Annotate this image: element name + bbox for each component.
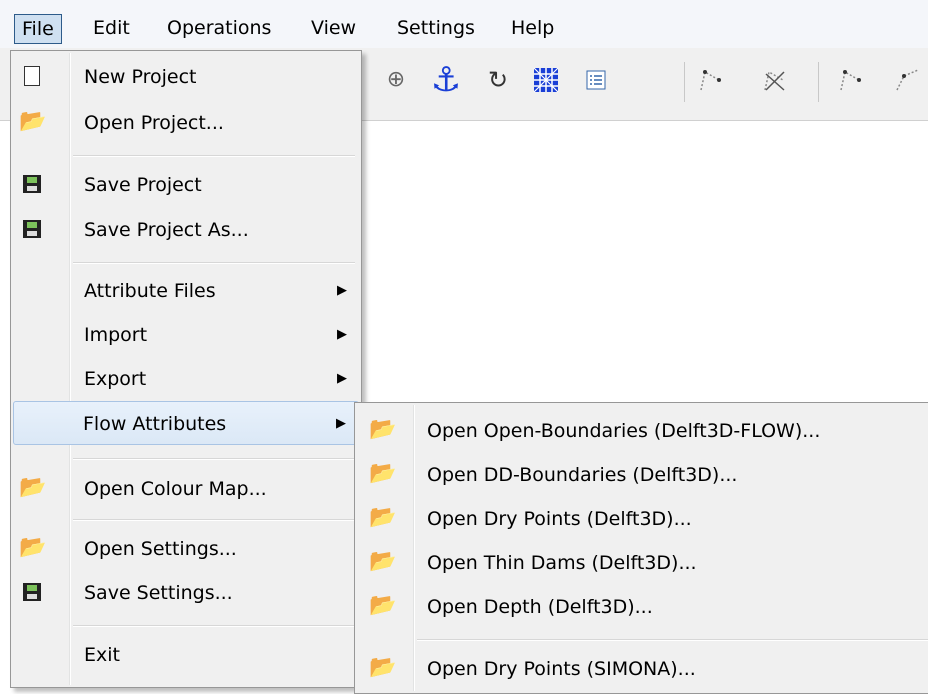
zoom-in-icon[interactable]: ⊕ [380,64,412,96]
submenu-item-open-dry-points-simona[interactable]: 📂 Open Dry Points (SIMONA)... [357,647,927,691]
open-folder-icon: 📂 [19,535,47,560]
grid-select-icon[interactable] [530,64,562,96]
menu-settings[interactable]: Settings [390,14,482,44]
submenu-arrow-icon: ▶ [337,327,347,342]
open-folder-icon: 📂 [19,475,47,500]
menu-item-label: Import [84,324,148,346]
menu-item-label: Open Depth (Delft3D)... [427,596,653,618]
menu-item-label: Save Project As... [84,219,249,241]
menu-item-label: New Project [84,66,197,88]
menu-item-label: Open Settings... [84,538,237,560]
polyline-icon-2[interactable] [834,64,866,96]
menu-bar: File Edit Operations View Settings Help [0,0,928,48]
menu-item-import[interactable]: Import ▶ [13,313,359,357]
menu-item-save-project-as[interactable]: Save Project As... [13,208,359,252]
submenu-item-open-dd-boundaries[interactable]: 📂 Open DD-Boundaries (Delft3D)... [357,453,927,497]
open-folder-icon: 📂 [369,417,397,442]
menu-item-label: Open Colour Map... [84,478,267,500]
menu-item-label: Flow Attributes [83,413,227,435]
menu-separator [73,155,355,157]
menu-item-label: Open Thin Dams (Delft3D)... [427,552,697,574]
menu-item-flow-attributes[interactable]: Flow Attributes ▶ [13,401,359,445]
menu-item-exit[interactable]: Exit [13,633,359,677]
save-icon [19,216,45,242]
menu-item-save-project[interactable]: Save Project [13,163,359,207]
open-folder-icon: 📂 [369,505,397,530]
submenu-item-open-dry-points-delft3d[interactable]: 📂 Open Dry Points (Delft3D)... [357,497,927,541]
menu-item-label: Save Project [84,174,202,196]
menu-item-save-settings[interactable]: Save Settings... [13,571,359,615]
menu-item-label: Exit [84,644,120,666]
menu-item-label: Open DD-Boundaries (Delft3D)... [427,464,738,486]
file-menu: New Project 📂 Open Project... Save Proje… [10,50,362,688]
menu-separator [417,639,928,641]
menu-operations[interactable]: Operations [160,14,278,44]
menu-separator [73,458,355,460]
split-polyline-icon[interactable] [890,64,922,96]
toolbar-separator [684,62,685,102]
toolbar-separator [818,62,819,102]
submenu-arrow-icon: ▶ [337,283,347,298]
polyline-icon[interactable] [694,64,726,96]
menu-item-label: Save Settings... [84,582,233,604]
submenu-item-open-depth[interactable]: 📂 Open Depth (Delft3D)... [357,585,927,629]
menu-separator [73,262,355,264]
menu-item-label: Open Dry Points (SIMONA)... [427,658,696,680]
menu-edit[interactable]: Edit [86,14,137,44]
refresh-icon[interactable]: ↻ [482,64,514,96]
menu-separator [73,519,355,521]
submenu-item-open-thin-dams[interactable]: 📂 Open Thin Dams (Delft3D)... [357,541,927,585]
new-document-icon [19,63,45,89]
menu-help[interactable]: Help [504,14,561,44]
submenu-arrow-icon: ▶ [337,371,347,386]
menu-item-label: Open Project... [84,112,224,134]
submenu-item-open-open-boundaries[interactable]: 📂 Open Open-Boundaries (Delft3D-FLOW)... [357,409,927,453]
open-folder-icon: 📂 [369,549,397,574]
save-icon [19,579,45,605]
menu-item-export[interactable]: Export ▶ [13,357,359,401]
open-folder-icon: 📂 [369,655,397,680]
menu-separator [73,625,355,627]
menu-item-attribute-files[interactable]: Attribute Files ▶ [13,269,359,313]
menu-item-open-project[interactable]: 📂 Open Project... [13,101,359,145]
menu-item-label: Attribute Files [84,280,216,302]
open-folder-icon: 📂 [369,593,397,618]
menu-view[interactable]: View [304,14,363,44]
menu-item-label: Open Dry Points (Delft3D)... [427,508,692,530]
open-folder-icon: 📂 [19,109,47,134]
menu-item-open-settings[interactable]: 📂 Open Settings... [13,527,359,571]
flow-attributes-submenu: 📂 Open Open-Boundaries (Delft3D-FLOW)...… [354,402,928,694]
list-icon[interactable] [580,64,612,96]
menu-item-label: Open Open-Boundaries (Delft3D-FLOW)... [427,420,821,442]
menu-item-label: Export [84,368,147,390]
menu-item-new-project[interactable]: New Project [13,55,359,99]
save-icon [19,171,45,197]
menu-file[interactable]: File [14,14,62,44]
delete-polyline-icon[interactable] [758,64,790,96]
open-folder-icon: 📂 [369,461,397,486]
anchor-icon[interactable]: ⚓ [430,63,462,97]
submenu-arrow-icon: ▶ [336,416,346,431]
menu-item-open-colour-map[interactable]: 📂 Open Colour Map... [13,467,359,511]
